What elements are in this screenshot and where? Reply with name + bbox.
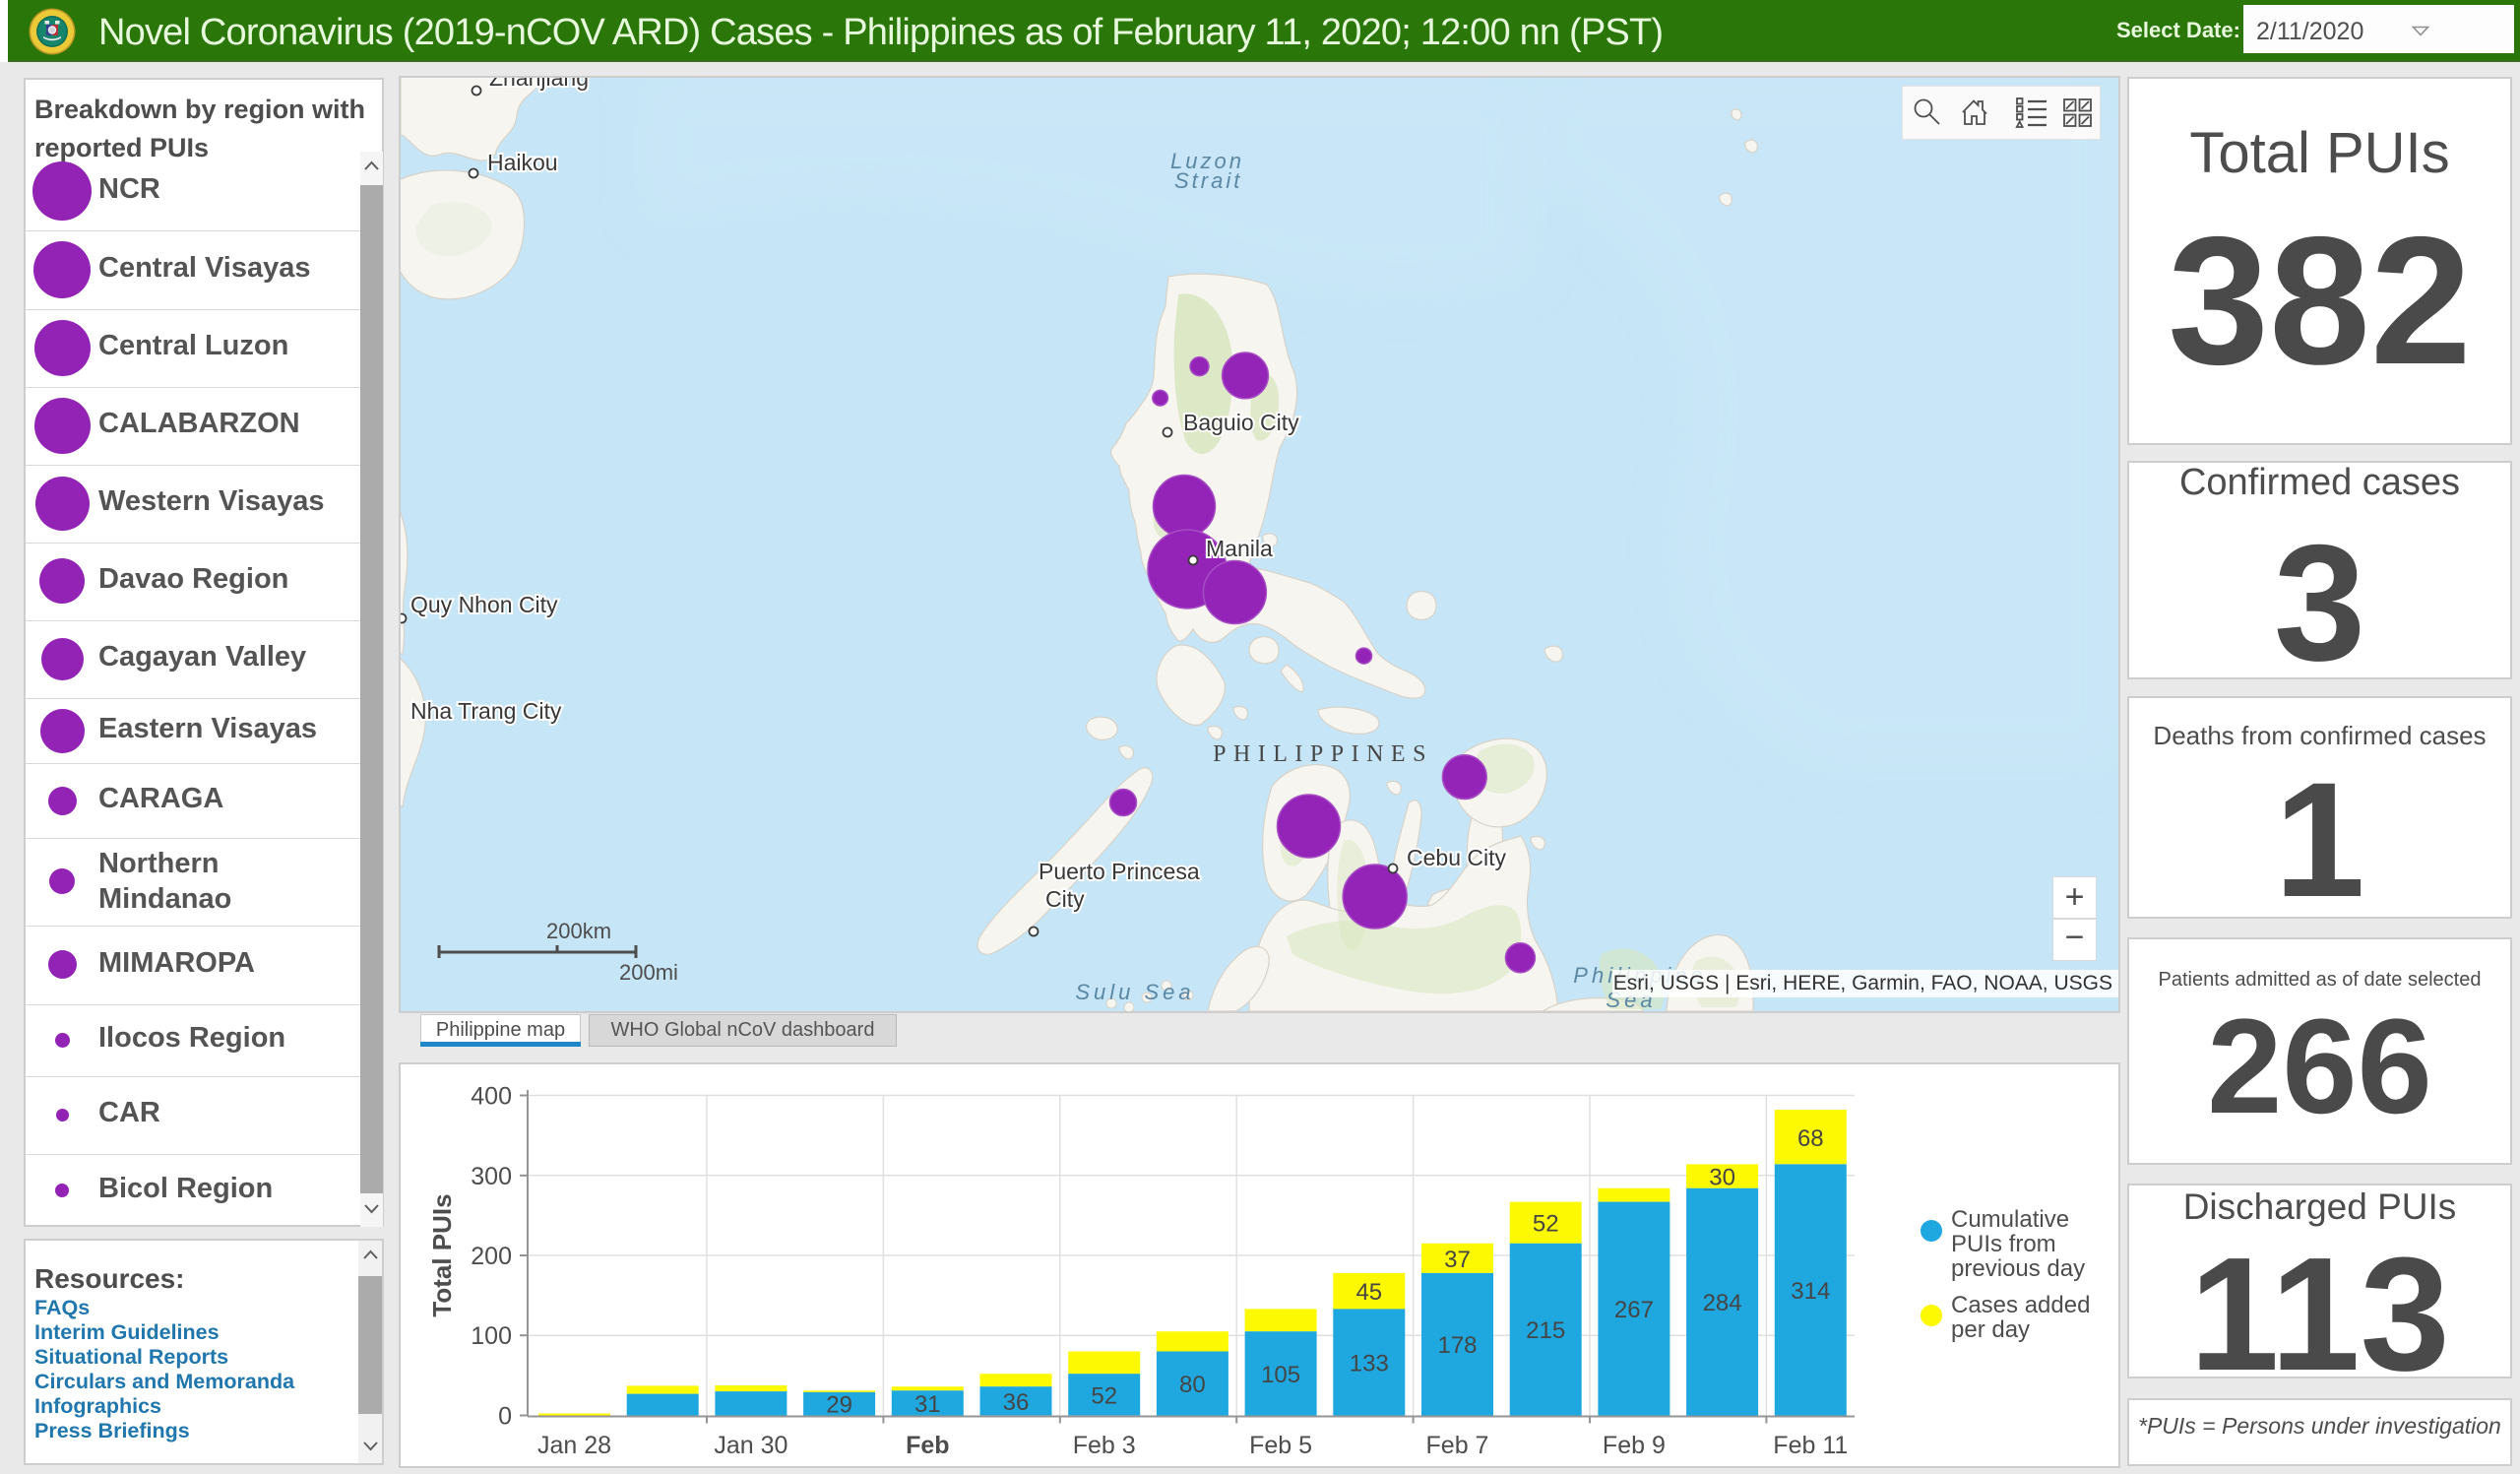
svg-text:267: 267 [1614, 1297, 1654, 1323]
svg-text:Haikou: Haikou [487, 150, 558, 175]
svg-text:300: 300 [471, 1163, 512, 1190]
svg-text:37: 37 [1444, 1247, 1471, 1273]
svg-text:Feb 7: Feb 7 [1426, 1432, 1489, 1459]
svg-text:Feb 11: Feb 11 [1773, 1432, 1848, 1459]
svg-text:Cebu City: Cebu City [1407, 845, 1506, 870]
svg-text:133: 133 [1350, 1351, 1389, 1378]
svg-text:0: 0 [498, 1403, 512, 1431]
svg-text:PHILIPPINES: PHILIPPINES [1213, 741, 1433, 767]
svg-text:80: 80 [1179, 1372, 1206, 1398]
svg-text:52: 52 [1091, 1382, 1117, 1409]
svg-text:30: 30 [1709, 1165, 1735, 1191]
svg-text:200km: 200km [546, 919, 611, 943]
svg-text:Cumulative: Cumulative [1951, 1206, 2069, 1233]
svg-text:215: 215 [1526, 1317, 1565, 1344]
svg-text:200mi: 200mi [619, 960, 678, 985]
svg-text:105: 105 [1261, 1362, 1300, 1388]
svg-text:314: 314 [1791, 1278, 1830, 1305]
svg-text:Feb 5: Feb 5 [1249, 1432, 1312, 1459]
svg-text:Sulu Sea: Sulu Sea [1075, 980, 1194, 1004]
svg-text:Zhanjiang: Zhanjiang [489, 78, 589, 91]
svg-text:Feb 9: Feb 9 [1603, 1432, 1666, 1459]
svg-text:Feb: Feb [906, 1432, 949, 1459]
svg-text:45: 45 [1355, 1279, 1382, 1306]
svg-text:Nha Trang City: Nha Trang City [410, 698, 562, 724]
svg-text:Baguio City: Baguio City [1183, 410, 1299, 435]
svg-text:Feb 3: Feb 3 [1073, 1432, 1136, 1459]
svg-text:31: 31 [914, 1391, 941, 1418]
svg-text:400: 400 [471, 1083, 512, 1111]
svg-text:68: 68 [1797, 1125, 1824, 1152]
svg-text:29: 29 [826, 1392, 852, 1419]
svg-text:Jan 30: Jan 30 [714, 1432, 788, 1459]
svg-text:Strait: Strait [1174, 168, 1242, 193]
svg-text:Manila: Manila [1206, 536, 1273, 561]
svg-text:Puerto Princesa: Puerto Princesa [1039, 859, 1200, 884]
svg-text:52: 52 [1533, 1211, 1559, 1238]
svg-text:284: 284 [1703, 1290, 1742, 1316]
svg-text:36: 36 [1003, 1389, 1030, 1416]
svg-text:PUIs from: PUIs from [1951, 1231, 2056, 1257]
svg-text:per day: per day [1951, 1316, 2030, 1343]
svg-text:Quy Nhon City: Quy Nhon City [410, 592, 558, 617]
svg-text:100: 100 [471, 1322, 512, 1350]
svg-text:Jan 28: Jan 28 [537, 1432, 611, 1459]
svg-text:previous day: previous day [1951, 1255, 2085, 1282]
svg-text:City: City [1045, 886, 1085, 912]
svg-text:Total PUIs: Total PUIs [427, 1193, 457, 1316]
svg-text:178: 178 [1437, 1332, 1477, 1359]
svg-text:200: 200 [471, 1243, 512, 1270]
svg-text:Cases added: Cases added [1951, 1292, 2090, 1318]
